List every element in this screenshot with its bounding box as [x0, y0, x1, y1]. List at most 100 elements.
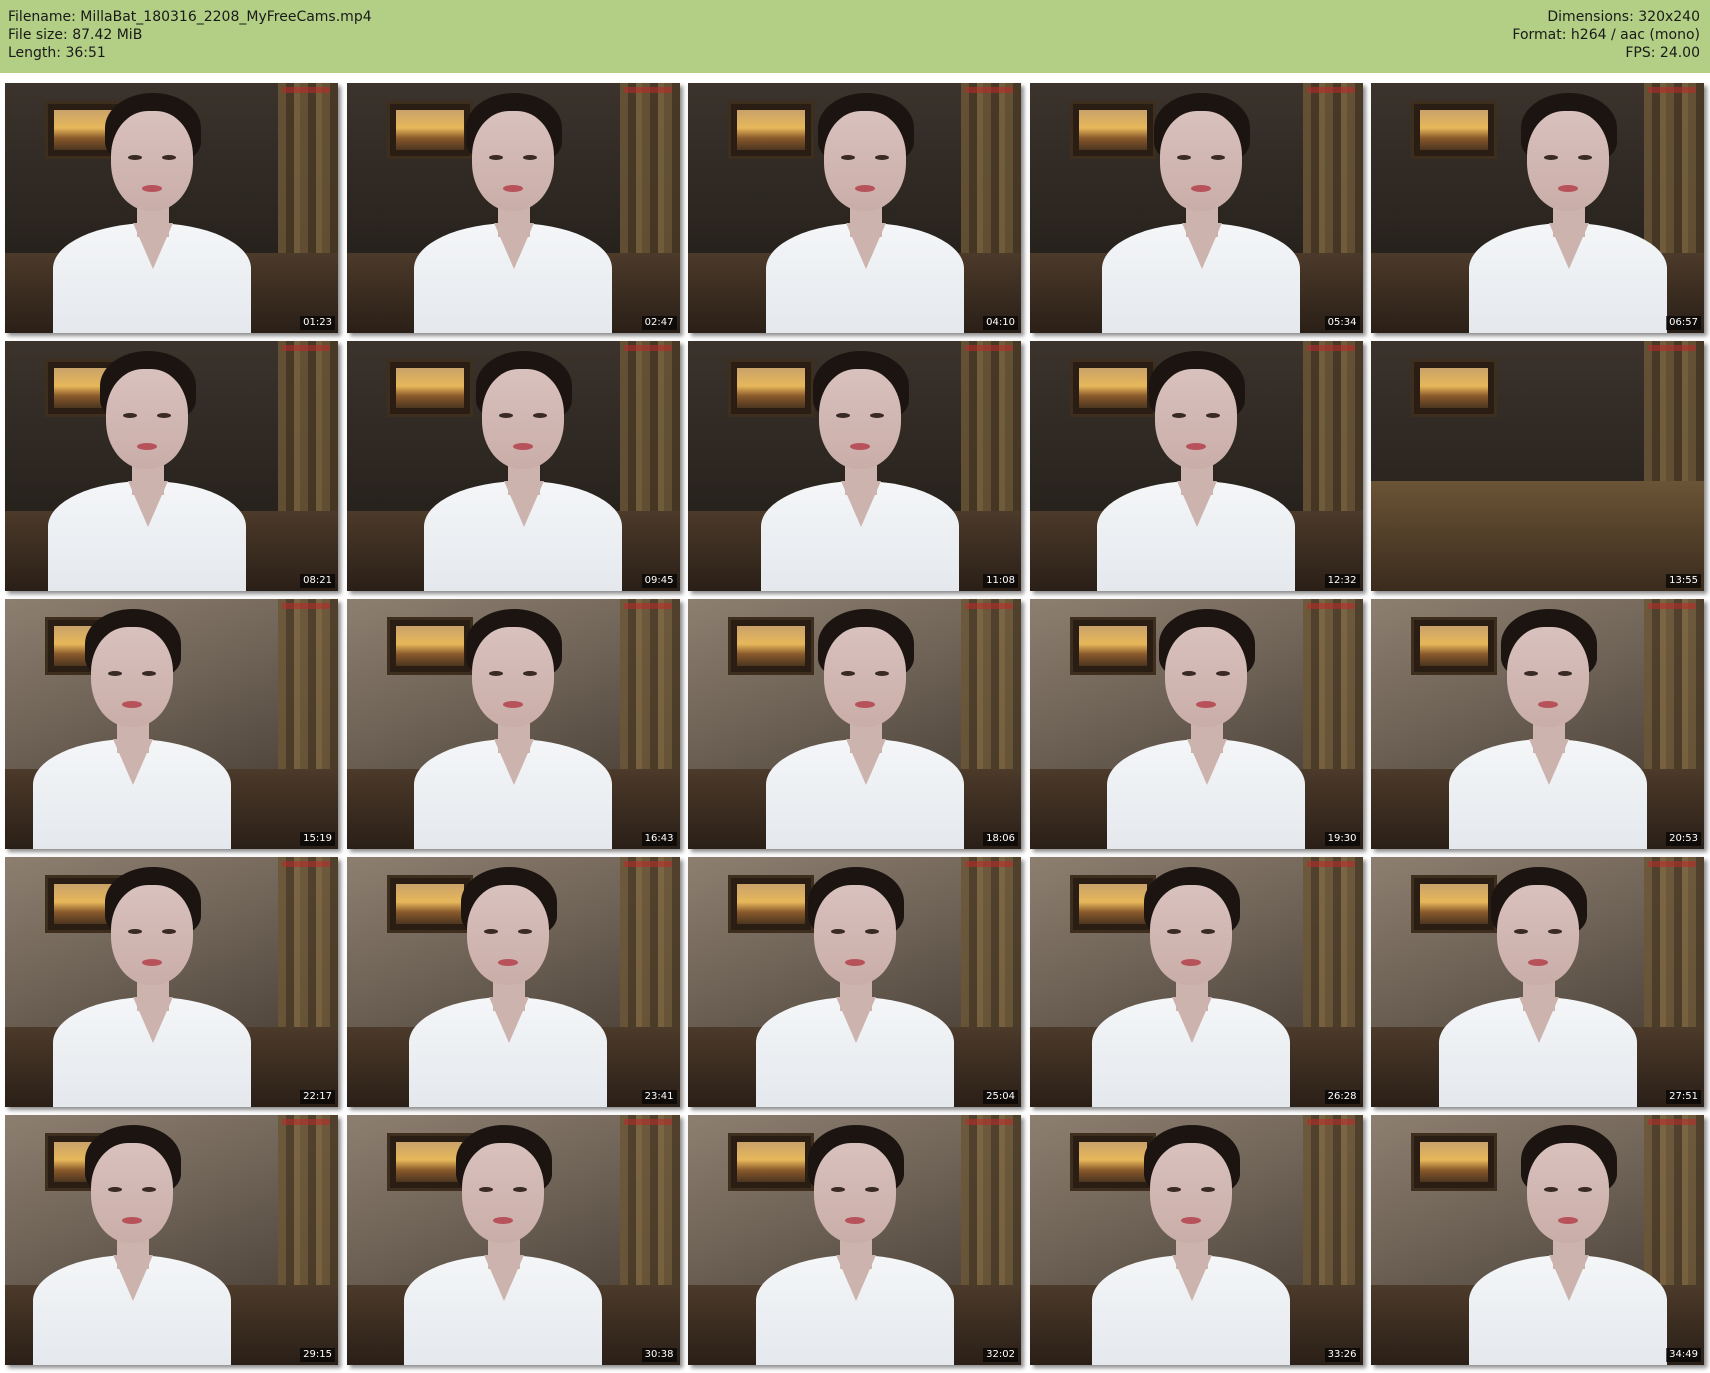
eye — [1513, 929, 1528, 934]
eye — [1547, 929, 1562, 934]
video-thumbnail[interactable]: 01:23 — [5, 83, 338, 333]
lips — [1557, 185, 1578, 192]
watermark-logo — [1306, 1119, 1355, 1125]
watermark-logo — [965, 861, 1013, 867]
eye — [1177, 155, 1191, 160]
person-figure — [408, 609, 618, 849]
person-figure — [1091, 351, 1301, 591]
video-thumbnail[interactable]: 15:19 — [5, 599, 338, 849]
watermark-logo — [282, 603, 330, 609]
lips — [854, 701, 875, 708]
video-thumbnail[interactable]: 08:21 — [5, 341, 338, 591]
video-thumbnail[interactable]: 34:49 — [1371, 1115, 1704, 1365]
watermark-logo — [623, 345, 672, 351]
white-shirt — [765, 223, 964, 333]
timestamp-label: 04:10 — [983, 316, 1018, 330]
video-thumbnail[interactable]: 32:02 — [688, 1115, 1021, 1365]
eye — [874, 671, 889, 676]
watermark-logo — [1306, 603, 1355, 609]
video-frame — [346, 857, 680, 1107]
eye — [1206, 413, 1220, 418]
face — [1150, 1143, 1232, 1243]
info-header: Filename: MillaBat_180316_2208_MyFreeCam… — [0, 0, 1710, 73]
timestamp-label: 02:47 — [641, 316, 677, 330]
video-thumbnail[interactable]: 13:55 — [1371, 341, 1704, 591]
video-thumbnail[interactable]: 19:30 — [1029, 599, 1363, 849]
white-shirt — [760, 481, 959, 591]
video-thumbnail[interactable]: 06:57 — [1371, 83, 1704, 333]
watermark-logo — [1306, 345, 1355, 351]
thumbnail-grid: 01:23 02:47 04:10 05:34 06:57 08:21 09:45 11:08… — [5, 83, 1704, 1365]
face — [1160, 111, 1242, 211]
file-info-right: Dimensions: 320x240 Format: h264 / aac (… — [1512, 8, 1700, 62]
eye — [830, 929, 845, 934]
video-thumbnail[interactable]: 11:08 — [688, 341, 1021, 591]
video-thumbnail[interactable]: 30:38 — [346, 1115, 680, 1365]
length-text: Length: 36:51 — [8, 45, 106, 61]
eye — [1557, 671, 1572, 676]
white-shirt — [1107, 739, 1305, 849]
video-thumbnail[interactable]: 22:17 — [5, 857, 338, 1107]
timestamp-label: 29:15 — [300, 1348, 335, 1362]
timestamp-label: 06:57 — [1666, 316, 1701, 330]
white-shirt — [52, 997, 251, 1107]
video-thumbnail[interactable]: 25:04 — [688, 857, 1021, 1107]
lips — [503, 185, 523, 192]
face — [90, 1143, 173, 1243]
timestamp-label: 12:32 — [1324, 574, 1360, 588]
video-thumbnail[interactable]: 16:43 — [346, 599, 680, 849]
video-frame — [1029, 857, 1363, 1107]
video-thumbnail[interactable]: 05:34 — [1029, 83, 1363, 333]
video-frame — [1371, 857, 1704, 1107]
eye — [513, 1187, 527, 1192]
eye — [1201, 929, 1215, 934]
eye — [156, 413, 171, 418]
white-shirt — [1097, 481, 1295, 591]
video-thumbnail[interactable]: 29:15 — [5, 1115, 338, 1365]
video-frame — [688, 857, 1021, 1107]
person-figure — [418, 351, 628, 591]
eye — [161, 155, 176, 160]
person-figure — [1086, 1125, 1296, 1365]
filename-text: Filename: MillaBat_180316_2208_MyFreeCam… — [8, 9, 372, 25]
video-frame — [5, 341, 338, 591]
video-frame — [688, 1115, 1021, 1365]
video-thumbnail[interactable]: 04:10 — [688, 83, 1021, 333]
lips — [854, 185, 875, 192]
bed — [1371, 481, 1704, 591]
face — [472, 111, 554, 211]
video-frame — [346, 599, 680, 849]
video-thumbnail[interactable]: 23:41 — [346, 857, 680, 1107]
video-thumbnail[interactable]: 20:53 — [1371, 599, 1704, 849]
eye — [518, 929, 532, 934]
person-figure — [1086, 867, 1296, 1107]
video-thumbnail[interactable]: 18:06 — [688, 599, 1021, 849]
lips — [1191, 185, 1211, 192]
video-thumbnail[interactable]: 27:51 — [1371, 857, 1704, 1107]
person-figure — [27, 609, 237, 849]
video-thumbnail[interactable]: 02:47 — [346, 83, 680, 333]
video-frame — [1029, 341, 1363, 591]
face — [1496, 885, 1579, 985]
face — [1165, 627, 1247, 727]
video-thumbnail[interactable]: 09:45 — [346, 341, 680, 591]
eye — [1172, 413, 1186, 418]
lips — [513, 443, 533, 450]
video-frame — [688, 341, 1021, 591]
person-figure — [750, 867, 960, 1107]
watermark-logo — [1306, 861, 1355, 867]
eye — [489, 155, 503, 160]
video-frame — [1371, 1115, 1704, 1365]
eye — [1216, 671, 1230, 676]
video-thumbnail[interactable]: 12:32 — [1029, 341, 1363, 591]
video-thumbnail[interactable]: 26:28 — [1029, 857, 1363, 1107]
watermark-logo — [623, 87, 672, 93]
video-thumbnail[interactable]: 33:26 — [1029, 1115, 1363, 1365]
person-figure — [47, 867, 257, 1107]
timestamp-label: 15:19 — [300, 832, 335, 846]
timestamp-label: 32:02 — [983, 1348, 1018, 1362]
lips — [844, 959, 865, 966]
lips — [1557, 1217, 1578, 1224]
eye — [864, 1187, 879, 1192]
person-figure — [42, 351, 252, 591]
